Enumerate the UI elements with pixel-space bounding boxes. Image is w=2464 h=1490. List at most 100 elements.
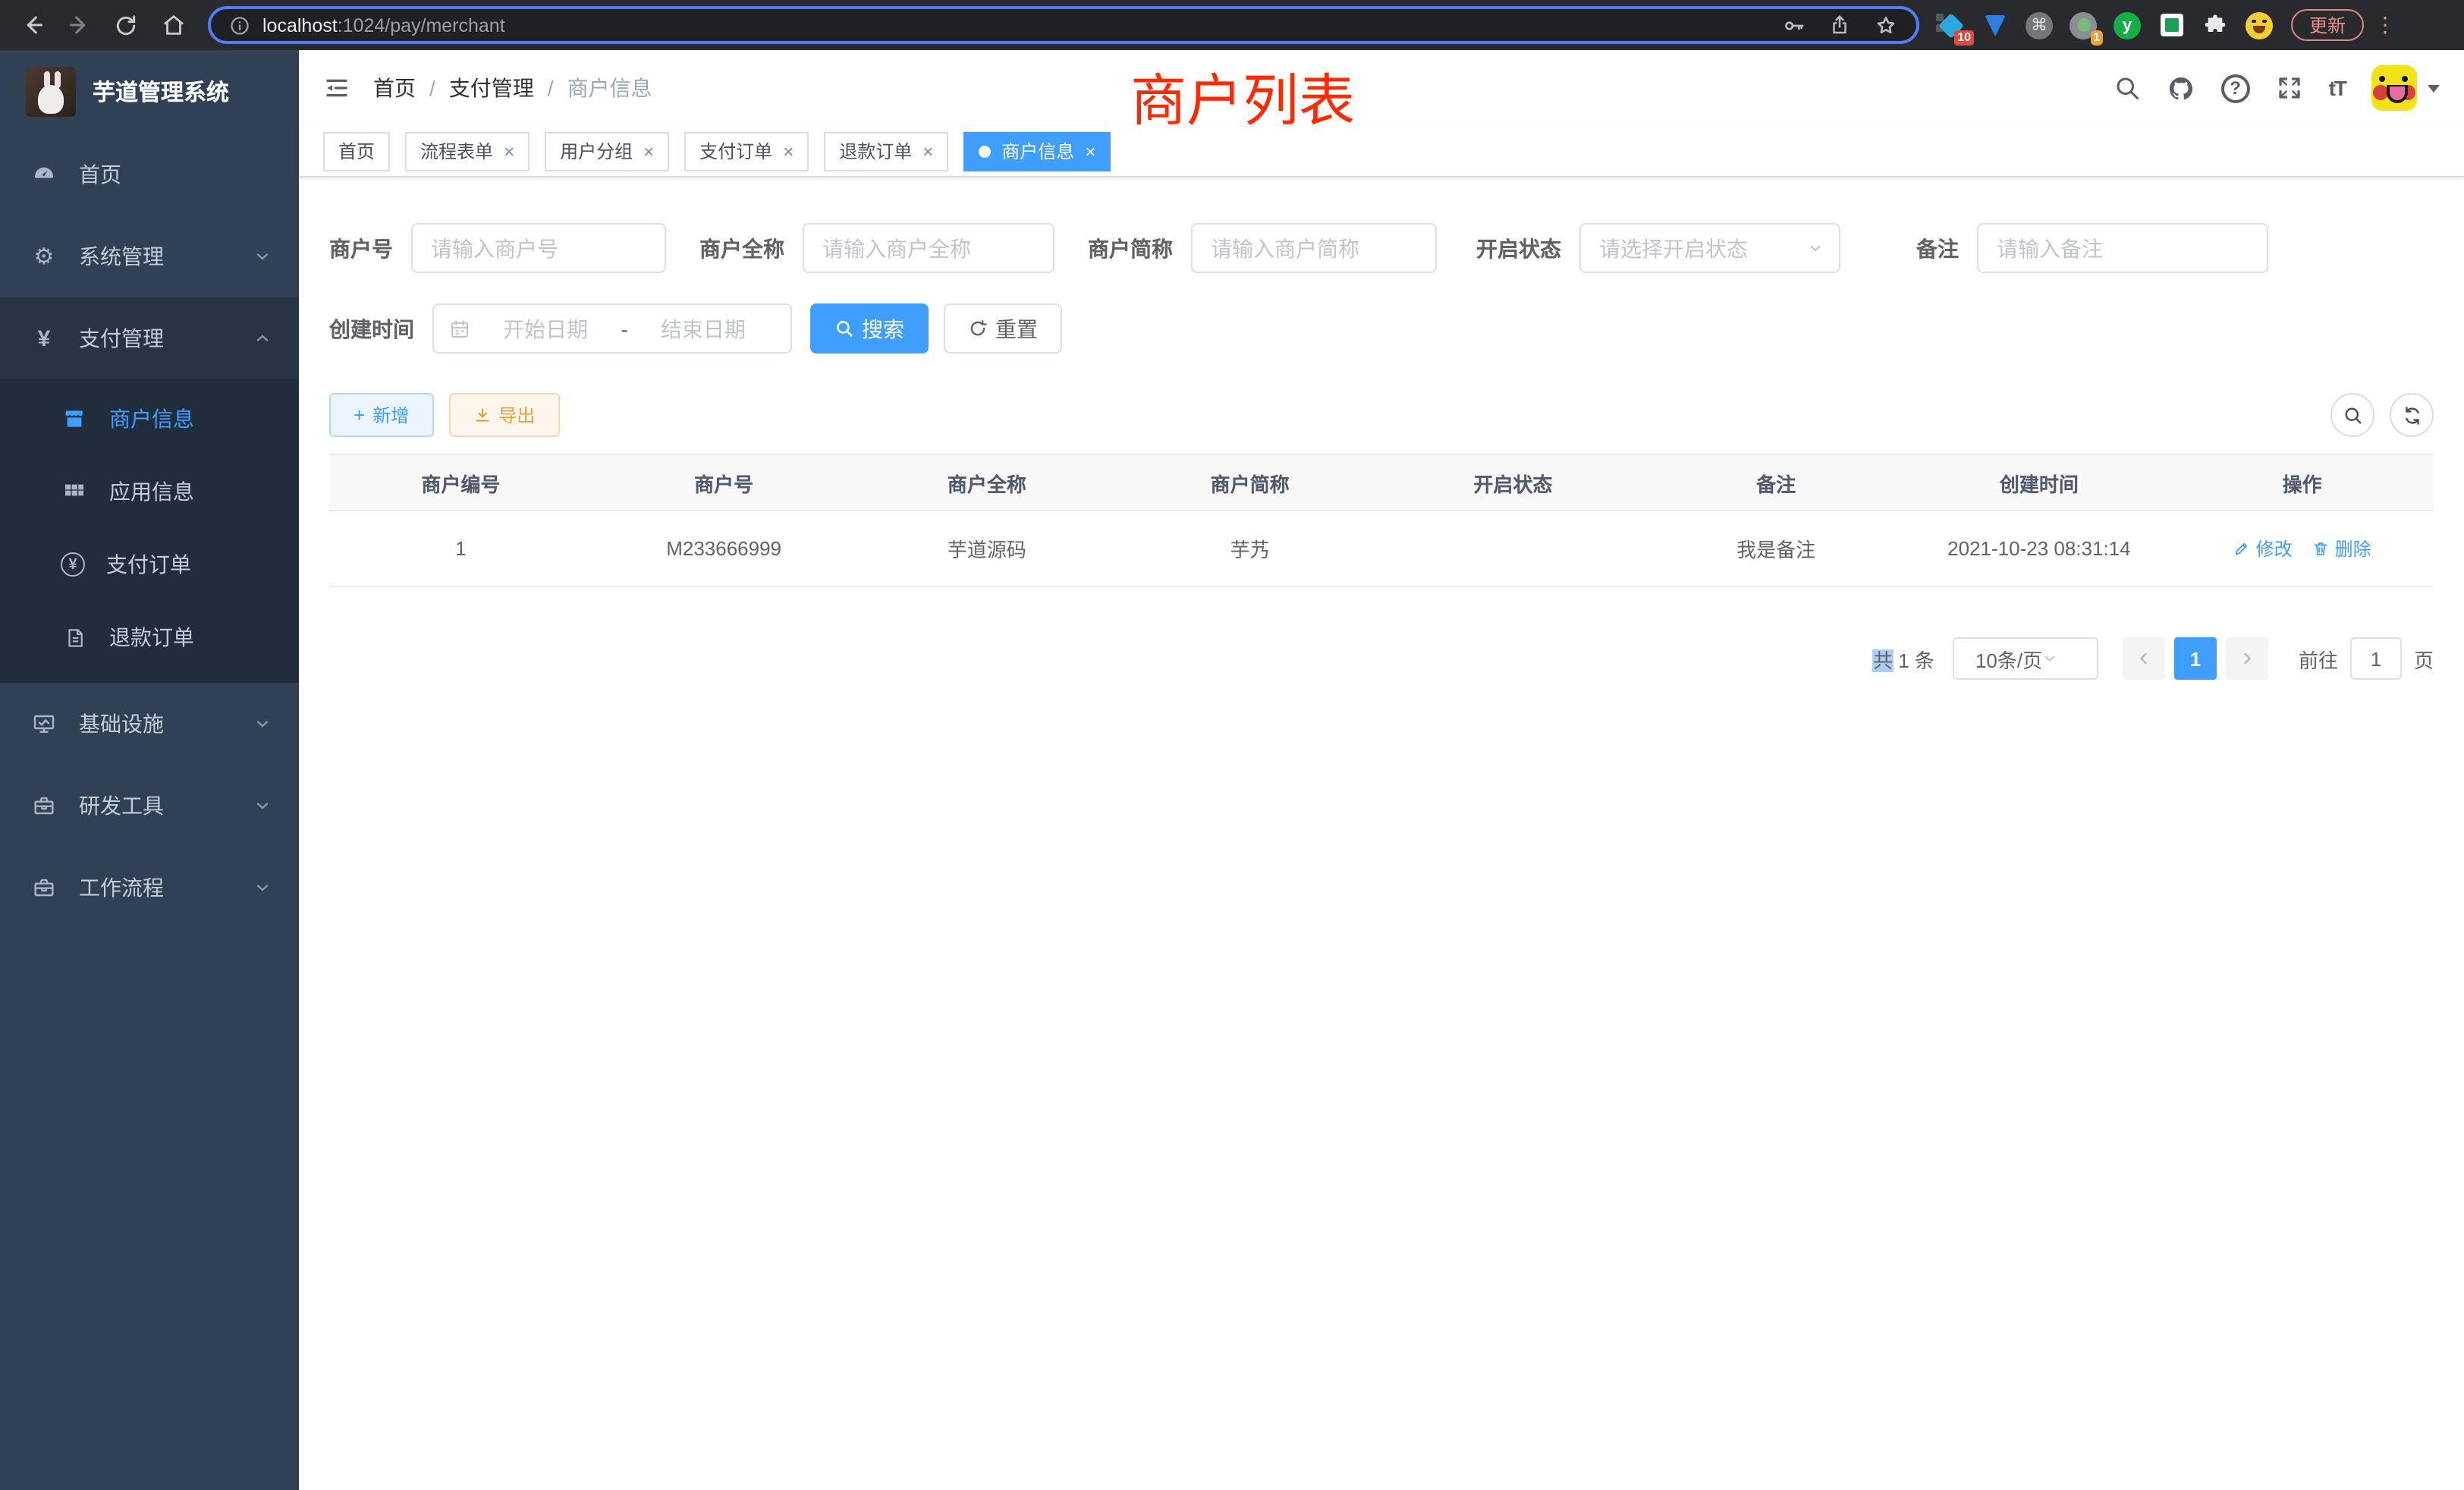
- pagination: 共 1 条 10条/页 1 前往: [329, 637, 2434, 680]
- tab-label: 首页: [338, 138, 375, 164]
- tab-user-group[interactable]: 用户分组×: [545, 131, 669, 171]
- table-toolbar: + 新增 导出: [329, 393, 2434, 437]
- goto-page-input[interactable]: [2350, 637, 2402, 680]
- col-header: 商户号: [592, 468, 856, 497]
- export-button[interactable]: 导出: [448, 393, 559, 437]
- sidebar-item-home[interactable]: 首页: [0, 134, 299, 215]
- tab-pay-order[interactable]: 支付订单×: [684, 131, 809, 171]
- close-icon[interactable]: ×: [643, 142, 654, 160]
- sidebar: 芋道管理系统 首页 ⚙ 系统管理 ¥ 支付: [0, 50, 299, 1490]
- select-placeholder: 请选择开启状态: [1599, 233, 1807, 263]
- browser-window: localhost:1024/pay/merchant 10 ⌘: [0, 0, 2464, 1490]
- reset-button[interactable]: 重置: [944, 303, 1062, 354]
- sidebar-item-dev-tools[interactable]: 研发工具: [0, 765, 299, 847]
- menu-fold-icon[interactable]: [323, 74, 350, 102]
- breadcrumb: 首页 / 支付管理 / 商户信息: [373, 73, 652, 103]
- delete-link[interactable]: 删除: [2312, 536, 2371, 561]
- browser-menu-icon[interactable]: ⋮: [2374, 12, 2396, 38]
- tab-merchant-info[interactable]: 商户信息×: [963, 131, 1111, 171]
- close-icon[interactable]: ×: [922, 142, 933, 160]
- sidebar-item-workflow[interactable]: 工作流程: [0, 847, 299, 929]
- home-icon[interactable]: [153, 5, 193, 45]
- dashboard-icon: [30, 162, 58, 187]
- user-menu[interactable]: [2371, 65, 2440, 111]
- goto-label: 前往: [2299, 644, 2338, 673]
- chrome-update-button[interactable]: 更新: [2291, 9, 2364, 41]
- date-range-picker[interactable]: 开始日期 - 结束日期: [432, 303, 792, 354]
- back-icon[interactable]: [12, 5, 52, 45]
- extension-pin-badge: 10: [1954, 30, 1974, 45]
- sidebar-item-app-info[interactable]: 应用信息: [0, 455, 299, 528]
- full-name-input[interactable]: [803, 223, 1054, 273]
- breadcrumb-pay[interactable]: 支付管理: [449, 73, 534, 103]
- extension-pin-icon[interactable]: 10: [1938, 11, 1965, 39]
- page-size-select[interactable]: 10条/页: [1953, 637, 2098, 680]
- status-select[interactable]: 请选择开启状态: [1579, 223, 1840, 273]
- edit-link[interactable]: 修改: [2233, 536, 2293, 561]
- sidebar-item-infra[interactable]: 基础设施: [0, 683, 299, 765]
- active-dot: [979, 145, 991, 157]
- page-number-1[interactable]: 1: [2174, 637, 2217, 680]
- short-name-input[interactable]: [1191, 223, 1437, 273]
- extension-emoji-icon[interactable]: [2246, 11, 2273, 39]
- add-button[interactable]: + 新增: [329, 393, 433, 437]
- help-icon[interactable]: ?: [2221, 74, 2250, 102]
- github-icon[interactable]: [2167, 74, 2195, 102]
- sidebar-item-pay[interactable]: ¥ 支付管理: [0, 297, 299, 379]
- refresh-icon[interactable]: [2390, 393, 2434, 437]
- table-row: 1 M233666999 芋道源码 芋艿 我是备注 2021-10-23 08:…: [329, 511, 2434, 587]
- app-logo-row[interactable]: 芋道管理系统: [0, 50, 299, 134]
- sidebar-item-pay-order[interactable]: ¥ 支付订单: [0, 528, 299, 601]
- reload-icon[interactable]: [106, 5, 146, 45]
- pagination-total: 共 1 条: [1873, 644, 1934, 673]
- date-separator: -: [618, 316, 630, 341]
- merchant-no-input[interactable]: [411, 223, 666, 273]
- forward-icon[interactable]: [59, 5, 99, 45]
- site-info-icon[interactable]: [229, 14, 250, 36]
- breadcrumb-home[interactable]: 首页: [373, 73, 416, 103]
- extension-gem-icon[interactable]: [1982, 11, 2009, 39]
- cell-actions: 修改 删除: [2170, 536, 2434, 561]
- next-page-icon[interactable]: [2226, 637, 2268, 680]
- caret-down-icon: [2428, 84, 2440, 98]
- annotation-title: 商户列表: [1130, 55, 1355, 137]
- prev-page-icon[interactable]: [2123, 637, 2165, 680]
- filter-merchant-no: 商户号: [329, 223, 666, 273]
- close-icon[interactable]: ×: [504, 142, 514, 160]
- bookmark-star-icon[interactable]: [1874, 13, 1898, 37]
- monitor-icon: [30, 712, 58, 736]
- hide-search-icon[interactable]: [2330, 393, 2374, 437]
- sidebar-item-label: 研发工具: [79, 791, 164, 821]
- search-button[interactable]: 搜索: [810, 303, 929, 354]
- extensions-puzzle-icon[interactable]: [2202, 11, 2229, 39]
- tags-view-bar: 首页 流程表单× 用户分组× 支付订单× 退款订单× 商户信息×: [299, 126, 2464, 178]
- font-size-icon[interactable]: tT: [2329, 76, 2346, 100]
- share-icon[interactable]: [1828, 14, 1851, 36]
- sidebar-item-refund-order[interactable]: 退款订单: [0, 601, 299, 674]
- add-button-label: 新增: [372, 402, 409, 428]
- sidebar-item-system[interactable]: ⚙ 系统管理: [0, 215, 299, 297]
- yen-circle-icon: ¥: [61, 552, 85, 577]
- tab-process-form[interactable]: 流程表单×: [405, 131, 530, 171]
- password-key-icon[interactable]: [1781, 13, 1806, 37]
- tab-refund-order[interactable]: 退款订单×: [824, 131, 948, 171]
- extension-sheet-icon[interactable]: [2158, 11, 2185, 39]
- toolbox-icon: [30, 794, 58, 818]
- start-date-placeholder: 开始日期: [473, 313, 618, 344]
- remark-input[interactable]: [1977, 223, 2268, 273]
- close-icon[interactable]: ×: [1085, 142, 1095, 160]
- address-bar[interactable]: localhost:1024/pay/merchant: [208, 6, 1919, 44]
- tab-home[interactable]: 首页: [323, 131, 390, 171]
- fullscreen-icon[interactable]: [2276, 74, 2303, 102]
- extension-command-icon[interactable]: ⌘: [2026, 11, 2053, 39]
- extension-camo-icon[interactable]: 1: [2070, 11, 2097, 39]
- col-header: 创建时间: [1908, 468, 2171, 497]
- sidebar-item-merchant-info[interactable]: 商户信息: [0, 382, 299, 455]
- search-button-label: 搜索: [862, 313, 904, 344]
- search-icon[interactable]: [2114, 74, 2141, 102]
- extension-y-icon[interactable]: y: [2114, 11, 2141, 39]
- app-title: 芋道管理系统: [93, 76, 229, 108]
- breadcrumb-separator: /: [429, 76, 435, 100]
- filter-create-time: 创建时间 开始日期 - 结束日期: [329, 303, 792, 354]
- close-icon[interactable]: ×: [783, 142, 794, 160]
